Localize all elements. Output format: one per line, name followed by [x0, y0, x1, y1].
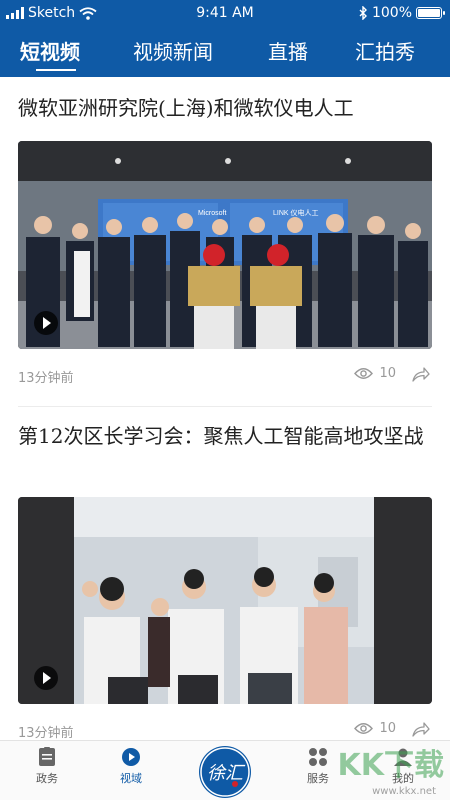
video-feed: 微软亚洲研究院(上海)和微软仪电人工 Microsoft LINK 仪电人工 1…	[0, 77, 450, 739]
battery-icon	[416, 7, 445, 19]
watermark-logo: KK下载	[337, 748, 445, 783]
eye-icon	[354, 368, 374, 379]
status-bar: Sketch 9:41 AM 100%	[0, 0, 450, 26]
bluetooth-icon	[359, 6, 367, 20]
active-tab-indicator	[36, 69, 76, 71]
ceremony-photo: Microsoft LINK 仪电人工	[18, 141, 432, 349]
sign-left-text: Microsoft	[198, 210, 226, 217]
header: Sketch 9:41 AM 100% 短视频 视频新闻 直播 汇拍秀	[0, 0, 450, 77]
tabbar-label: 政务	[36, 772, 58, 785]
video-title[interactable]: 微软亚洲研究院(上海)和微软仪电人工	[18, 94, 432, 123]
tab-photo-show[interactable]: 汇拍秀	[355, 36, 415, 65]
eye-icon	[354, 723, 374, 734]
xuhui-logo-button[interactable]: 徐汇	[199, 746, 251, 798]
tabbar-label: 服务	[307, 772, 329, 785]
logo-text: 徐汇	[207, 763, 246, 784]
tab-short-video[interactable]: 短视频	[20, 36, 80, 65]
view-count: 10	[354, 366, 396, 381]
view-count-value: 10	[379, 366, 396, 381]
video-thumbnail[interactable]: Microsoft LINK 仪电人工	[18, 141, 432, 349]
video-title[interactable]: 第12次区长学习会：聚焦人工智能高地攻坚战	[18, 422, 432, 451]
video-thumbnail[interactable]	[18, 497, 432, 704]
battery-fill	[418, 9, 440, 17]
tabbar-item-government[interactable]: 政务	[22, 747, 72, 786]
status-right: 100%	[359, 5, 445, 21]
view-count: 10	[354, 721, 396, 736]
video-meta: 13分钟前 10	[18, 366, 432, 386]
tabbar-item-services[interactable]: 服务	[293, 747, 343, 786]
publish-time: 13分钟前	[18, 371, 74, 386]
card-divider	[18, 406, 432, 407]
share-icon[interactable]	[412, 366, 430, 382]
view-count-value: 10	[379, 721, 396, 736]
document-icon	[39, 747, 55, 766]
sign-right-text: LINK 仪电人工	[273, 208, 319, 217]
xuhui-logo-icon: 徐汇	[200, 747, 250, 797]
tab-live[interactable]: 直播	[268, 36, 308, 65]
play-icon[interactable]	[34, 311, 58, 335]
tab-video-news[interactable]: 视频新闻	[133, 36, 213, 65]
video-meta: 13分钟前 10	[18, 721, 432, 739]
tabbar-item-video[interactable]: 视域	[106, 747, 156, 786]
lab-visit-photo	[18, 497, 432, 704]
grid-icon	[309, 748, 327, 766]
play-icon[interactable]	[34, 666, 58, 690]
watermark-url: www.kkx.net	[372, 786, 436, 797]
tabbar-label: 视域	[120, 772, 142, 785]
publish-time: 13分钟前	[18, 726, 74, 739]
play-circle-icon	[122, 748, 140, 766]
battery-percent: 100%	[371, 5, 412, 21]
share-icon[interactable]	[412, 721, 430, 737]
top-tabs: 短视频 视频新闻 直播 汇拍秀	[0, 30, 450, 74]
